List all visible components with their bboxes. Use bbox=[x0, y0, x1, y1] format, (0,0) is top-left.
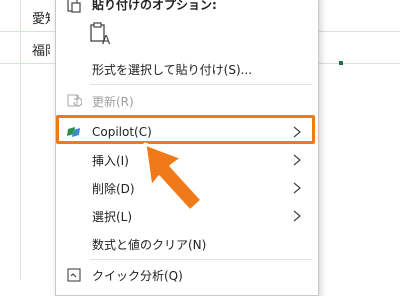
clipboard-icon bbox=[67, 0, 81, 13]
menu-item-refresh[interactable]: 更新(R) bbox=[56, 87, 318, 115]
quick-analysis-icon bbox=[67, 268, 81, 282]
menu-item-paste-special[interactable]: 形式を選択して貼り付け(S)... bbox=[56, 55, 318, 83]
refresh-icon bbox=[67, 94, 82, 107]
cell-aichi[interactable]: 愛知 bbox=[32, 8, 50, 27]
menu-separator bbox=[90, 84, 312, 85]
paste-options-header: 貼り付けのオプション: bbox=[56, 0, 318, 23]
menu-separator bbox=[90, 259, 312, 260]
paste-options-label: 貼り付けのオプション: bbox=[92, 0, 217, 12]
menu-item-quick-analysis[interactable]: クイック分析(Q) bbox=[56, 261, 318, 289]
cell-fukuoka[interactable]: 福岡 bbox=[32, 40, 50, 59]
chevron-right-icon bbox=[293, 182, 301, 194]
chevron-right-icon bbox=[293, 210, 301, 222]
menu-item-clear-formulas[interactable]: 数式と値のクリア(N) bbox=[56, 230, 318, 258]
pointer-arrow-icon bbox=[143, 142, 204, 213]
gridline bbox=[20, 0, 21, 280]
chevron-right-icon bbox=[293, 154, 301, 166]
selection-fill-handle[interactable] bbox=[339, 61, 343, 65]
svg-text:A: A bbox=[102, 33, 111, 46]
paste-values-icon[interactable]: A bbox=[90, 22, 114, 46]
